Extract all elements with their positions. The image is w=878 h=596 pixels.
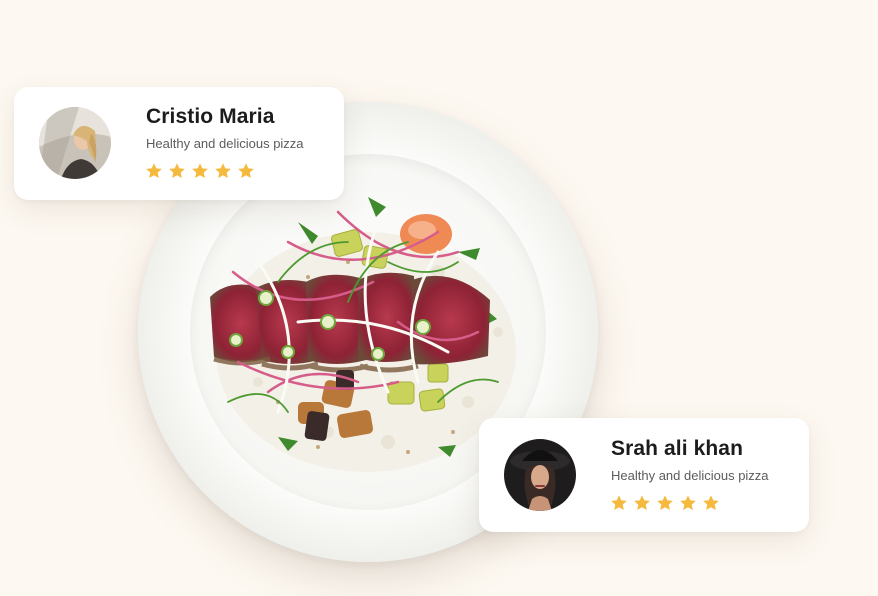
reviewer-name: Srah ali khan [611, 437, 744, 460]
woman-portrait-avatar [39, 107, 111, 179]
star-icon [169, 163, 185, 179]
woman-hat-portrait-avatar [504, 439, 576, 511]
star-icon [657, 495, 673, 511]
star-icon [680, 495, 696, 511]
review-text: Healthy and delicious pizza [146, 136, 304, 151]
review-card: Cristio Maria Healthy and delicious pizz… [14, 87, 344, 200]
star-icon [703, 495, 719, 511]
star-rating [145, 162, 255, 180]
reviewer-name: Cristio Maria [146, 105, 275, 128]
star-icon [238, 163, 254, 179]
star-icon [634, 495, 650, 511]
star-icon [146, 163, 162, 179]
review-card: Srah ali khan Healthy and delicious pizz… [479, 418, 809, 532]
star-icon [215, 163, 231, 179]
star-icon [611, 495, 627, 511]
star-icon [192, 163, 208, 179]
star-rating [610, 494, 720, 512]
review-text: Healthy and delicious pizza [611, 468, 769, 483]
hero-section: Cristio Maria Healthy and delicious pizz… [0, 0, 878, 596]
